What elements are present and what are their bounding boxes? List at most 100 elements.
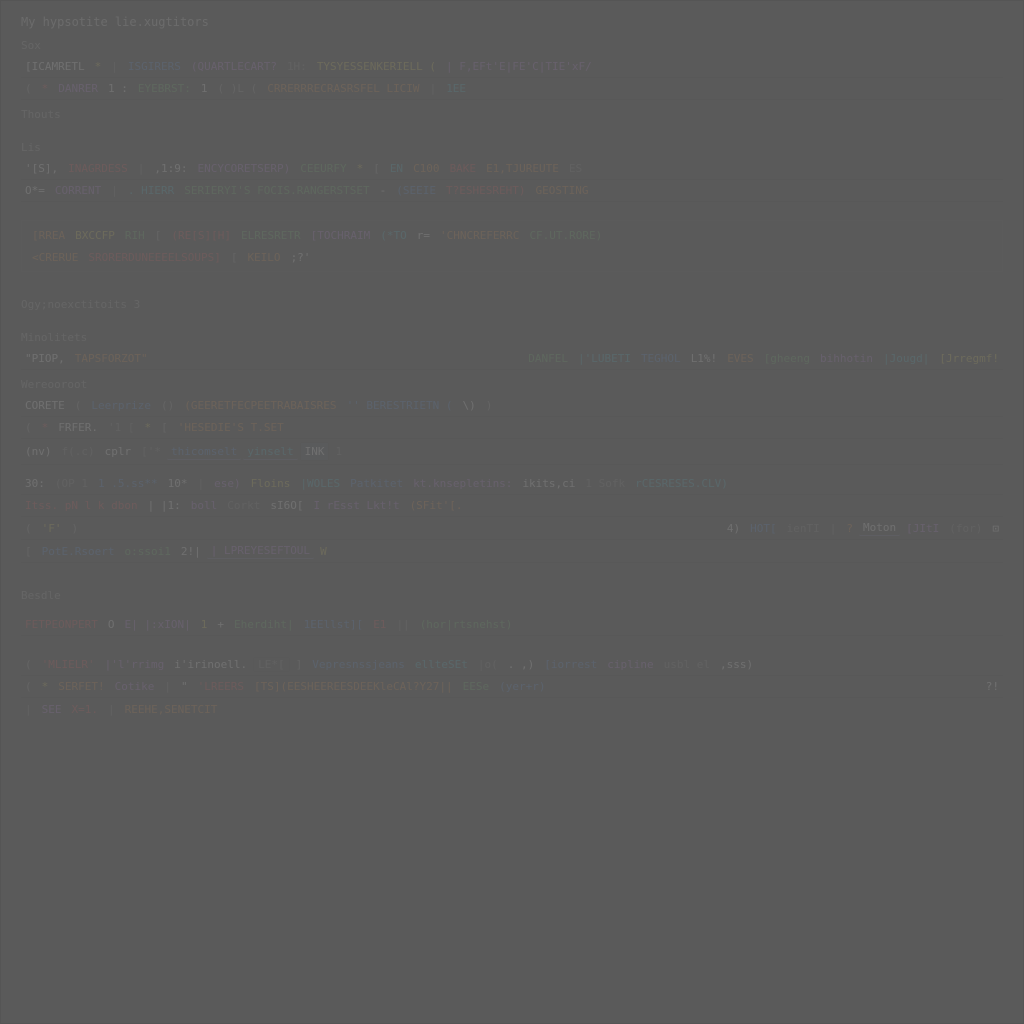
code-token: \) — [459, 398, 480, 413]
code-token: (RE[S][H] — [167, 228, 235, 243]
code-token: * — [91, 59, 106, 74]
code-token: (OP 1 — [51, 476, 92, 491]
code-token: |WOLES — [296, 476, 344, 491]
code-line[interactable]: ('MLIELR'|'l'rrimgi'irinoell.LE*[]Vepres… — [21, 654, 1003, 676]
code-block-sox[interactable]: [ICAMRETL*|ISGIRERS(QUARTLECART?1H:TYSYE… — [21, 56, 1003, 100]
code-token: (yer+r) — [495, 679, 549, 694]
code-line[interactable]: FETPEONPERTOE| |:xION|1+Eherdiht|1EEllst… — [21, 614, 1003, 636]
code-token: ( — [21, 679, 36, 694]
code-token: E1,TJUREUTE — [482, 161, 563, 176]
code-token: [ — [227, 250, 242, 265]
code-token: EYEBRST: — [134, 81, 195, 96]
code-token: || — [392, 617, 413, 632]
code-token: CORRENT — [51, 183, 105, 198]
code-line[interactable]: [RREABXCCFPRIH[(RE[S][H]ELRESRETR[TOCHRA… — [28, 224, 996, 246]
code-token: usbl el — [660, 657, 714, 672]
code-block-more[interactable]: (*FRFER.'1 [*['HESEDIE'S T.SET (nv)f(.c)… — [21, 417, 1003, 465]
code-token: [ — [369, 161, 384, 176]
code-token: () — [157, 398, 178, 413]
code-token: Moton — [859, 520, 900, 536]
code-token: FRFER. — [54, 420, 102, 435]
code-token: (for) — [945, 521, 986, 536]
highlighted-block[interactable]: [RREABXCCFPRIH[(RE[S][H]ELRESRETR[TOCHRA… — [21, 220, 1003, 272]
code-token: ?! — [982, 679, 1003, 694]
code-token: '1 [ — [104, 420, 139, 435]
code-line[interactable]: (nv)f(.c)cplr['*thicomseltyinseltINK1 — [21, 439, 1003, 465]
code-line[interactable]: Itss. pN l k dbon| |1:bollCorktsI6O[I rE… — [21, 495, 1003, 517]
code-token: |o( — [474, 657, 502, 672]
code-token: ISGIRERS — [124, 59, 185, 74]
code-line[interactable]: 30:(OP 11 .5.ss**10*|ese)Floins|WOLESPat… — [21, 473, 1003, 495]
code-token: + — [213, 617, 228, 632]
file-title: My hypsotite lie.xugtitors — [21, 15, 1003, 29]
code-token: | — [104, 702, 119, 717]
code-token: TYSYESSENKERIELL ( — [313, 59, 440, 74]
section-mnoilets: Minolitets — [21, 331, 1003, 344]
code-token: 2!| — [177, 544, 205, 559]
code-token: i'irinoell. — [170, 657, 251, 672]
code-token: CORETE — [21, 398, 69, 413]
code-token: REEHE,SENETCIT — [121, 702, 222, 717]
code-line[interactable]: '[S],INAGRDESS|,1:9:ENCYCORETSERP)CEEURF… — [21, 158, 1003, 180]
code-token: | F,EFt'E|FE'C|TIE'xF/ — [442, 59, 596, 74]
code-line[interactable]: [PotE.Rsoerto:ssoi12!|| LPREYESEFTOULW — [21, 540, 1003, 563]
code-token: 4) — [723, 521, 744, 536]
code-token: | LPREYESEFTOUL — [207, 543, 314, 559]
code-token: 1 — [331, 444, 346, 459]
code-line[interactable]: (*DANRER1 :EYEBRST:1( )L (CRRERRRECRASRS… — [21, 78, 1003, 100]
code-token: SRORERDUNEEEELSOUPS] — [84, 250, 224, 265]
code-line[interactable]: "PIOP,TAPSFORZOT"DANFEL|'LUBETITEGHOLL1%… — [21, 348, 1003, 370]
code-token: [Jrregmf! — [935, 351, 1003, 366]
code-block-mnoilets[interactable]: "PIOP,TAPSFORZOT"DANFEL|'LUBETITEGHOLL1%… — [21, 348, 1003, 370]
code-token: | — [426, 81, 441, 96]
code-token: Cotike — [111, 679, 159, 694]
code-token: 1 Sofk — [581, 476, 629, 491]
code-token: yinselt — [243, 444, 297, 460]
code-line[interactable]: <CRERUESRORERDUNEEEELSOUPS][KEILO;?' — [28, 246, 996, 268]
code-token: 1H: — [283, 59, 311, 74]
code-token: TAPSFORZOT" — [71, 351, 152, 366]
code-token: |'l'rrimg — [101, 657, 169, 672]
code-token: SERFET! — [54, 679, 108, 694]
code-token: EN — [386, 161, 407, 176]
code-token: [TS](EESHEEREESDEEKleCAl?Y27|| — [250, 679, 457, 694]
code-line[interactable]: [ICAMRETL*|ISGIRERS(QUARTLECART?1H:TYSYE… — [21, 56, 1003, 78]
code-token: E| |:xION| — [120, 617, 194, 632]
code-token: (hor|rtsnehst) — [416, 617, 517, 632]
code-block-bottom[interactable]: ('MLIELR'|'l'rrimgi'irinoell.LE*[]Vepres… — [21, 654, 1003, 720]
code-line[interactable]: O*=CORRENT|. HIERRSERIERYI'S FOCIS.RANGE… — [21, 180, 1003, 202]
code-token: HOT[ — [746, 521, 781, 536]
code-line[interactable]: (*SERFET!Cotike|"'LREERS[TS](EESHEEREESD… — [21, 676, 1003, 698]
code-token: 30: — [21, 476, 49, 491]
code-token: Itss. pN l k dbon — [21, 498, 142, 513]
code-line[interactable]: ('F')4)HOT[ienTI|?Moton[JItI(for)⊡ — [21, 517, 1003, 540]
code-token: 'CHNCREFERRC — [436, 228, 523, 243]
code-token: * — [38, 420, 53, 435]
code-token: * — [353, 161, 368, 176]
code-token: C100 — [409, 161, 444, 176]
code-block-mid[interactable]: 30:(OP 11 .5.ss**10*|ese)Floins|WOLESPat… — [21, 473, 1003, 563]
code-token: ) — [482, 398, 497, 413]
code-token: cipline — [603, 657, 657, 672]
code-token: 1 : — [104, 81, 132, 96]
code-line[interactable]: CORETE(Leerprize()(GEERETFECPEETRABAISRE… — [21, 395, 1003, 417]
code-token: (SFit'[. — [406, 498, 467, 513]
section-thouts: Thouts — [21, 108, 1003, 121]
code-line[interactable]: (*FRFER.'1 [*['HESEDIE'S T.SET — [21, 417, 1003, 439]
code-token: (GEERETFECPEETRABAISRES — [180, 398, 340, 413]
code-token: 'HESEDIE'S T.SET — [174, 420, 288, 435]
code-token: FETPEONPERT — [21, 617, 102, 632]
code-token: ELRESRETR — [237, 228, 305, 243]
code-token: E1 — [369, 617, 390, 632]
code-token: (QUARTLECART? — [187, 59, 281, 74]
code-token: PotE.Rsoert — [38, 544, 119, 559]
code-token: ( — [21, 420, 36, 435]
code-line[interactable]: |SEEX=1.|REEHE,SENETCIT — [21, 698, 1003, 720]
code-token: o:ssoi1 — [120, 544, 174, 559]
code-token: bihhotin — [816, 351, 877, 366]
code-token: '' BERESTRIETN ( — [343, 398, 457, 413]
code-block-lis[interactable]: '[S],INAGRDESS|,1:9:ENCYCORETSERP)CEEURF… — [21, 158, 1003, 202]
code-token: Corkt — [223, 498, 264, 513]
code-token: * — [38, 679, 53, 694]
code-token: ES — [565, 161, 586, 176]
